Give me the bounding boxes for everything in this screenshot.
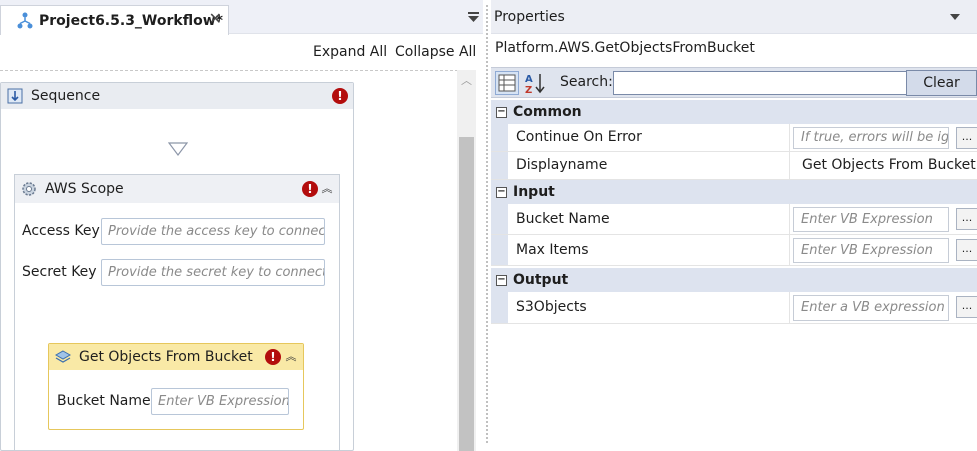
svg-text:Z: Z [525, 85, 532, 95]
properties-title: Properties [494, 8, 565, 25]
s3objects-input[interactable]: Enter a VB expression [793, 295, 949, 321]
expression-editor-button[interactable]: ... [956, 208, 977, 230]
document-tabstrip: Project6.5.3_Workflow* ✕ [0, 0, 483, 35]
workflow-icon [17, 12, 33, 28]
workflow-designer: Project6.5.3_Workflow* ✕ Expand All Coll… [0, 0, 483, 451]
bucket-name-row: Bucket Name [57, 393, 151, 409]
get-objects-title: Get Objects From Bucket [79, 349, 253, 365]
secret-key-input[interactable]: Provide the secret key to connect [101, 259, 325, 286]
workflow-document-tab[interactable]: Project6.5.3_Workflow* ✕ [0, 5, 229, 35]
column-separator [789, 152, 790, 179]
splitter-grip [485, 4, 489, 444]
column-separator [789, 292, 790, 323]
search-label: Search: [560, 74, 613, 90]
category-common[interactable]: − Common [491, 100, 977, 124]
categorized-view-button[interactable] [495, 71, 519, 95]
clear-button[interactable]: Clear [906, 70, 977, 96]
sequence-header[interactable]: Sequence ! [1, 83, 353, 109]
expression-editor-button[interactable]: ... [956, 239, 977, 261]
access-key-input[interactable]: Provide the access key to connect [101, 218, 325, 245]
aws-scope-title: AWS Scope [45, 181, 124, 197]
property-row-displayname: Displayname Get Objects From Bucket [491, 152, 977, 180]
bucket-name-input[interactable]: Enter VB Expression [151, 388, 289, 415]
scroll-up-icon[interactable]: ︿ [457, 70, 476, 92]
property-name: Max Items [516, 242, 589, 258]
max-items-input[interactable]: Enter VB Expression [793, 238, 949, 263]
bucket-name-label: Bucket Name [57, 393, 151, 409]
column-separator [789, 235, 790, 265]
category-output[interactable]: − Output [491, 268, 977, 292]
access-key-row: Access Key [22, 223, 100, 239]
scroll-thumb[interactable] [459, 137, 474, 451]
collapse-toggle-icon[interactable]: − [496, 186, 507, 198]
secret-key-label: Secret Key [22, 264, 97, 280]
panel-menu-dropdown-icon[interactable] [950, 12, 960, 22]
collapse-toggle-icon[interactable]: − [496, 106, 507, 118]
gear-icon [22, 182, 36, 196]
drop-target-arrow-icon[interactable] [168, 142, 188, 156]
svg-text:A: A [525, 74, 533, 85]
properties-toolbar: A Z Search: Clear [491, 67, 977, 98]
category-title: Input [513, 184, 555, 200]
collapse-all-link[interactable]: Collapse All [395, 44, 476, 60]
property-name: S3Objects [516, 299, 587, 315]
search-input[interactable] [613, 71, 907, 95]
access-key-label: Access Key [22, 223, 100, 239]
activity-type-label: Platform.AWS.GetObjectsFromBucket [495, 40, 755, 56]
continue-on-error-input[interactable]: If true, errors will be ignored [793, 127, 949, 149]
error-icon[interactable]: ! [332, 88, 348, 104]
column-separator [789, 204, 790, 234]
secret-key-row: Secret Key [22, 264, 97, 280]
property-row-continue-on-error: Continue On Error If true, errors will b… [491, 124, 977, 152]
properties-panel: Properties Platform.AWS.GetObjectsFromBu… [491, 0, 977, 451]
property-row-s3objects: S3Objects Enter a VB expression ... [491, 292, 977, 324]
category-title: Output [513, 272, 569, 288]
collapse-chevron-icon[interactable]: ︽ [320, 182, 334, 196]
property-name: Continue On Error [516, 129, 642, 145]
get-objects-header[interactable]: Get Objects From Bucket ! ︽ [49, 344, 303, 370]
property-grid: − Common Continue On Error If true, erro… [491, 100, 977, 324]
layers-icon [55, 350, 71, 363]
error-icon[interactable]: ! [302, 181, 318, 197]
canvas-divider [0, 70, 458, 71]
categorized-icon [498, 74, 516, 92]
tab-title: Project6.5.3_Workflow* [39, 12, 223, 29]
expression-editor-button[interactable]: ... [956, 296, 977, 318]
panel-splitter[interactable] [483, 0, 491, 451]
collapse-chevron-icon[interactable]: ︽ [284, 350, 298, 364]
bucket-name-property-input[interactable]: Enter VB Expression [793, 207, 949, 232]
property-name: Displayname [516, 157, 608, 173]
collapse-toggle-icon[interactable]: − [496, 274, 507, 286]
tab-list-dropdown-icon[interactable] [468, 12, 479, 22]
error-icon[interactable]: ! [265, 349, 281, 365]
category-title: Common [513, 104, 582, 120]
properties-titlebar: Properties [491, 0, 977, 34]
close-icon[interactable]: ✕ [209, 9, 222, 28]
sequence-icon [7, 88, 23, 104]
property-name: Bucket Name [516, 211, 610, 227]
column-separator [789, 124, 790, 151]
property-row-bucket-name: Bucket Name Enter VB Expression ... [491, 204, 977, 235]
sort-az-icon: A Z [525, 74, 545, 96]
displayname-input[interactable]: Get Objects From Bucket [795, 155, 977, 177]
aws-scope-header[interactable]: AWS Scope ! ︽ [15, 175, 339, 203]
expand-all-link[interactable]: Expand All [313, 44, 387, 60]
sequence-title: Sequence [31, 88, 101, 104]
get-objects-activity[interactable]: Get Objects From Bucket ! ︽ Bucket Name … [48, 343, 304, 430]
category-input[interactable]: − Input [491, 180, 977, 204]
alphabetical-sort-button[interactable]: A Z [523, 71, 547, 96]
vertical-scrollbar[interactable]: ︿ [457, 70, 476, 451]
property-row-max-items: Max Items Enter VB Expression ... [491, 235, 977, 266]
expression-editor-button[interactable]: ... [956, 127, 977, 149]
